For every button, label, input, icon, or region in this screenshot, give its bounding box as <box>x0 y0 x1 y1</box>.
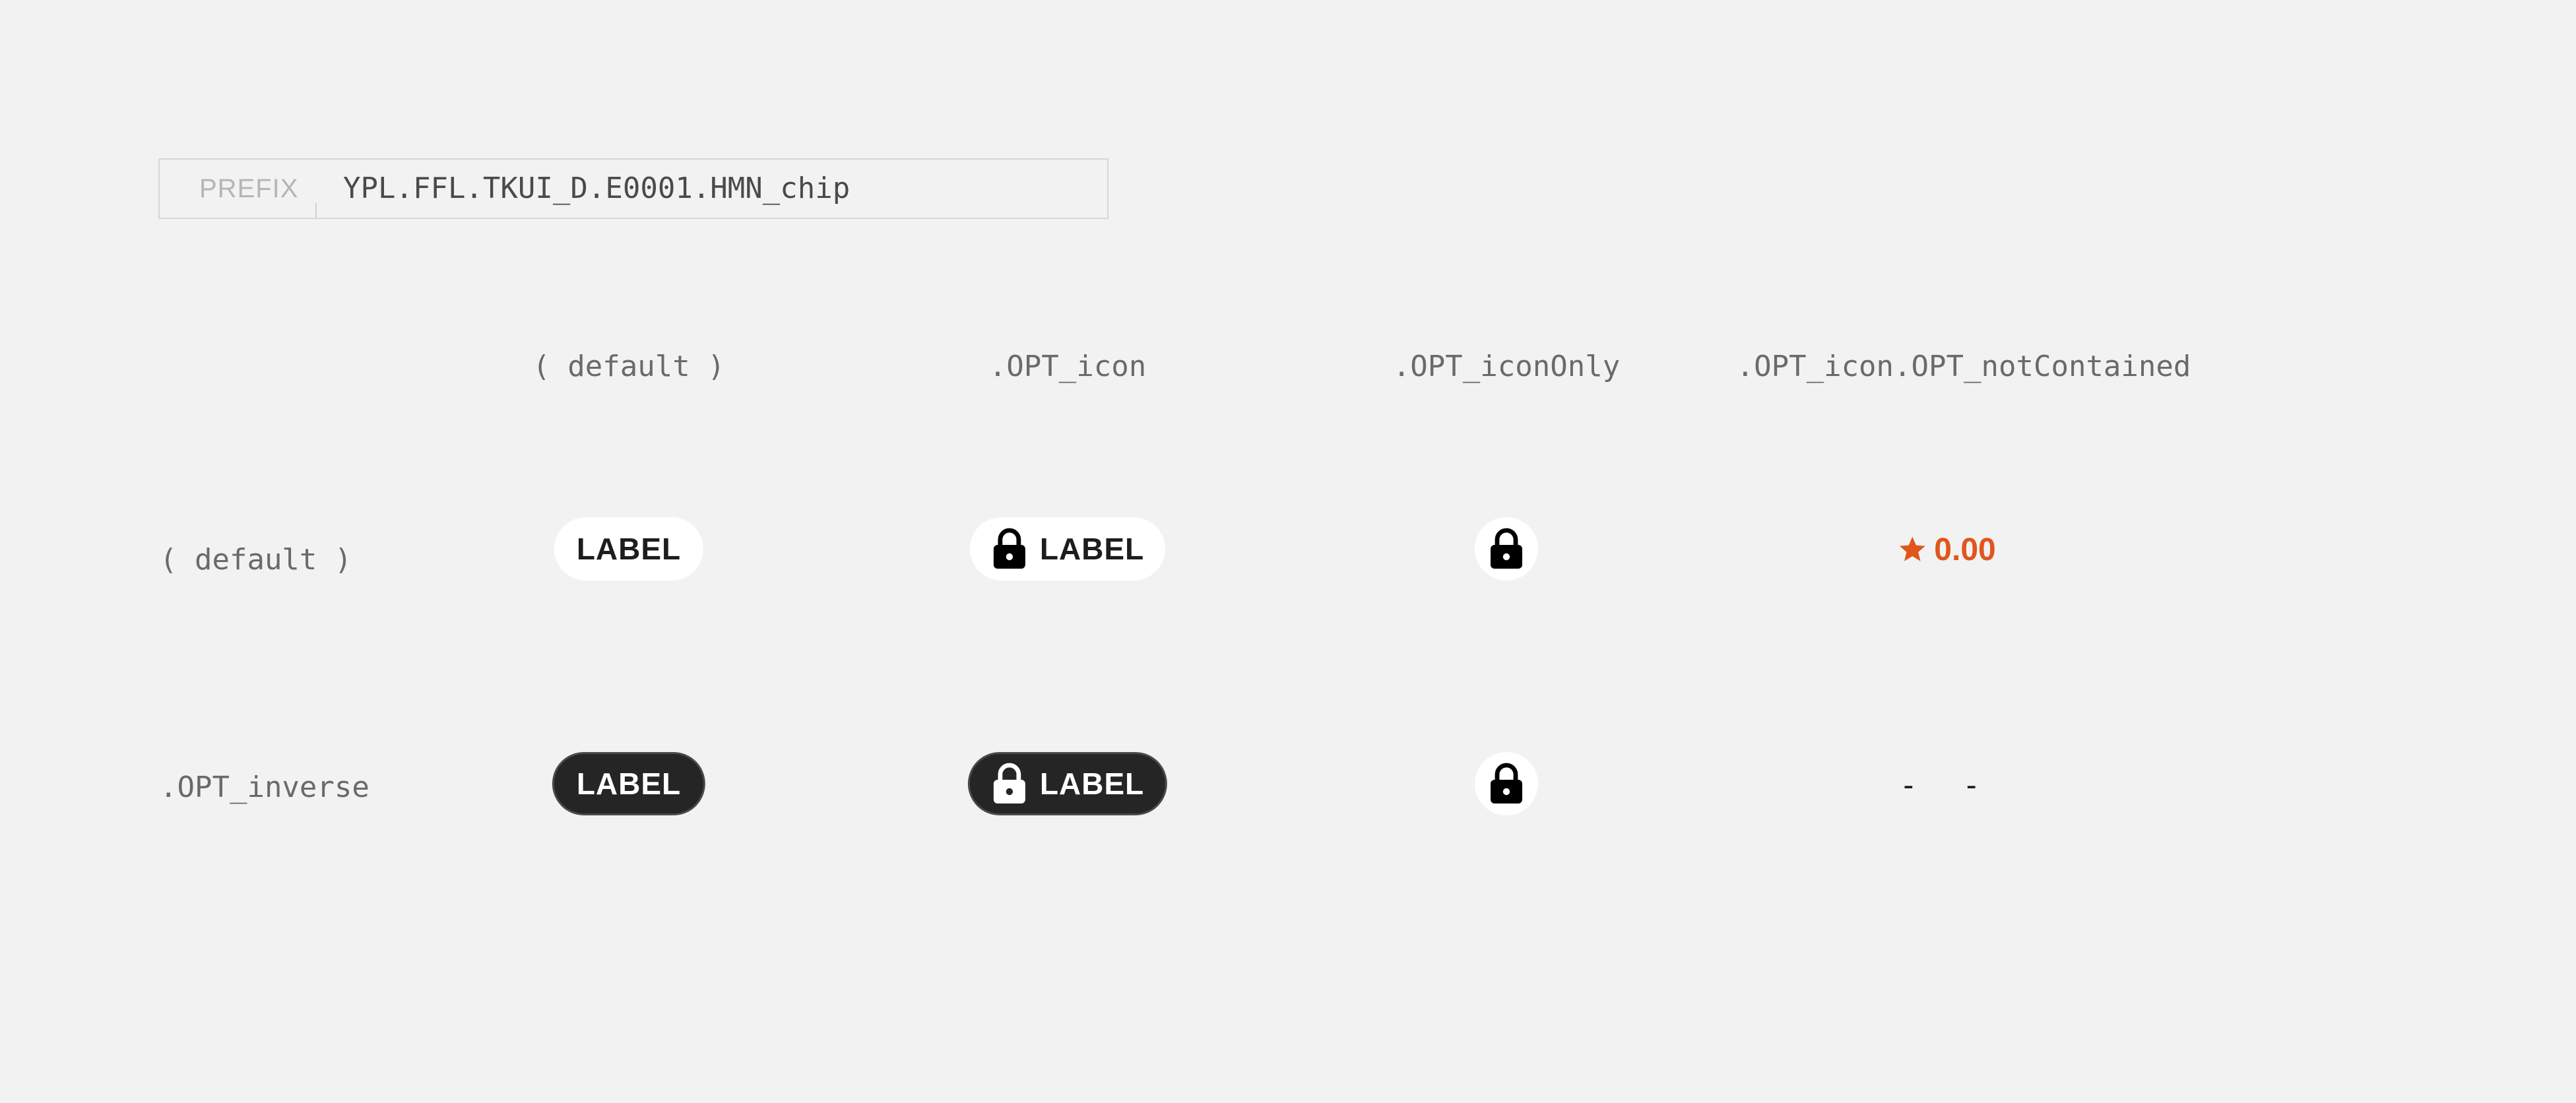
lock-icon <box>1489 528 1524 570</box>
chip-label: LABEL <box>576 532 682 566</box>
chip-label: LABEL <box>1039 767 1145 801</box>
chip-not-contained[interactable]: 0.00 <box>1897 526 1996 573</box>
chip-icon[interactable]: LABEL <box>969 517 1166 581</box>
chip-inverse-icon-only[interactable] <box>1475 752 1538 815</box>
prefix-label: PREFIX <box>199 174 299 203</box>
column-header-opt-icon-notcontained: .OPT_icon.OPT_notContained <box>1736 350 2191 383</box>
column-header-default: ( default ) <box>532 350 725 383</box>
chip-label: LABEL <box>576 767 682 801</box>
chip-inverse[interactable]: LABEL <box>552 752 706 815</box>
chip-inverse-icon[interactable]: LABEL <box>967 752 1168 815</box>
prefix-bar: PREFIX YPL.FFL.TKUI_D.E0001.HMN_chip <box>158 158 1109 219</box>
prefix-value: YPL.FFL.TKUI_D.E0001.HMN_chip <box>343 172 851 205</box>
lock-icon <box>992 763 1027 805</box>
chip-icon-only[interactable] <box>1475 517 1538 581</box>
star-icon <box>1897 534 1927 565</box>
column-header-opt-icononly: .OPT_iconOnly <box>1392 350 1621 383</box>
chip-label: LABEL <box>1039 532 1145 566</box>
chip-default[interactable]: LABEL <box>554 517 704 581</box>
column-header-opt-icon: .OPT_icon <box>988 350 1147 383</box>
row-header-opt-inverse: .OPT_inverse <box>160 771 370 804</box>
prefix-divider <box>315 203 317 218</box>
empty-value-placeholder: - - <box>1899 767 1994 803</box>
rating-value: 0.00 <box>1934 532 1996 567</box>
lock-icon <box>1489 763 1524 805</box>
row-header-default: ( default ) <box>160 543 352 577</box>
lock-icon <box>992 528 1027 570</box>
